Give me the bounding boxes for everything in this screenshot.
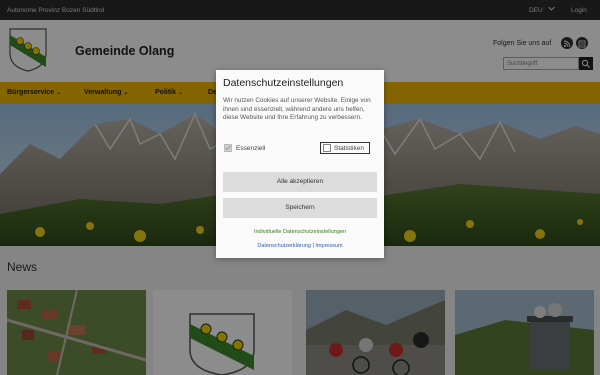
cookie-consent-dialog: Datenschutzeinstellungen Wir nutzen Cook… xyxy=(216,70,384,258)
save-button[interactable]: Speichern xyxy=(223,198,377,218)
statistics-checkbox[interactable] xyxy=(323,144,331,152)
privacy-policy-link[interactable]: Datenschutzerklärung xyxy=(257,243,311,249)
dialog-title: Datenschutzeinstellungen xyxy=(223,77,344,89)
individual-settings-link[interactable]: Individuelle Datenschutzeinstellungen xyxy=(216,229,384,235)
imprint-link[interactable]: Impressum xyxy=(315,243,342,249)
essential-label: Essenziell xyxy=(236,145,266,152)
statistics-label[interactable]: Statistiken xyxy=(334,145,364,152)
footer-links: Datenschutzerklärung | Impressum xyxy=(216,243,384,249)
dialog-description: Wir nutzen Cookies auf unserer Website. … xyxy=(223,97,371,121)
link-separator: | xyxy=(312,243,314,249)
essential-checkbox xyxy=(224,144,232,152)
accept-all-button[interactable]: Alle akzeptieren xyxy=(223,172,377,192)
